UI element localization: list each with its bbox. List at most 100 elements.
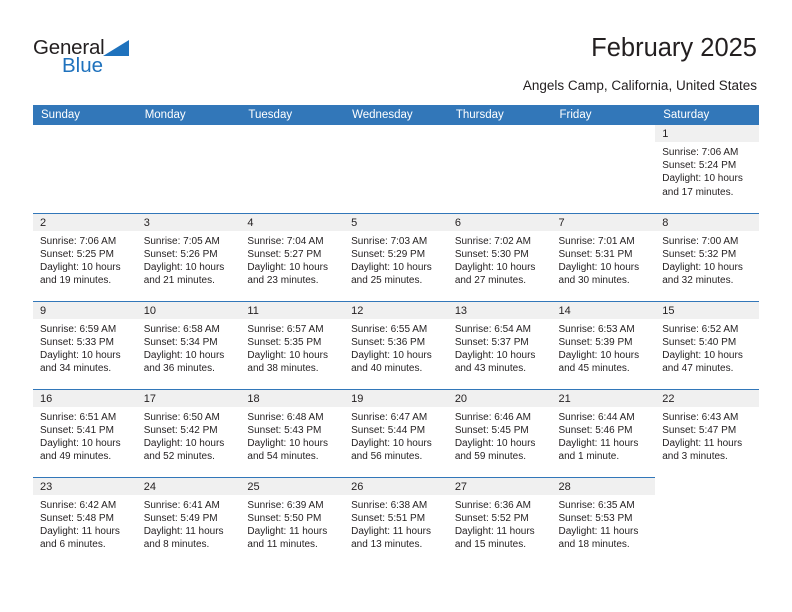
daylight-text: Daylight: 11 hours and 6 minutes. [40,525,120,551]
sunrise-text: Sunrise: 6:58 AM [143,323,220,335]
day-details: Sunrise: 6:36 AM Sunset: 5:52 PM Daylight:… [448,495,552,552]
day-details: Sunrise: 6:52 AM Sunset: 5:40 PM Daylight:… [655,319,759,376]
weekday-header-thursday: Thursday [447,105,552,125]
weekday-header-saturday: Saturday [655,105,759,125]
sunset-text: Sunset: 5:35 PM [247,336,322,348]
day-details: Sunrise: 6:59 AM Sunset: 5:33 PM Daylight:… [33,319,137,376]
daylight-text: Daylight: 11 hours and 13 minutes. [351,525,431,551]
day-number: 20 [447,389,552,407]
day-details: Sunrise: 6:42 AM Sunset: 5:48 PM Daylight:… [33,495,137,552]
calendar-week-row: 2 Sunrise: 7:06 AM Sunset: 5:25 PM Daylight… [33,212,759,301]
calendar-day-cell: 26 Sunrise: 6:38 AM Sunset: 5:51 PM Dayligh… [344,476,448,565]
daylight-text: Daylight: 10 hours and 52 minutes. [143,437,225,463]
calendar-day-cell: 21 Sunrise: 6:44 AM Sunset: 5:46 PM Dayligh… [551,388,656,477]
day-number: 25 [240,477,345,495]
daylight-text: Daylight: 10 hours and 23 minutes. [247,261,329,287]
weekday-header-sunday: Sunday [33,105,137,125]
sunrise-text: Sunrise: 6:43 AM [662,411,739,423]
sunset-text: Sunset: 5:51 PM [351,512,426,524]
sunrise-text: Sunrise: 6:59 AM [40,323,117,335]
calendar-day-cell: 11 Sunrise: 6:57 AM Sunset: 5:35 PM Dayligh… [240,300,345,389]
day-number: 19 [344,389,448,407]
calendar-cell-empty [551,125,656,213]
sunrise-text: Sunrise: 6:36 AM [454,499,531,511]
sunset-text: Sunset: 5:29 PM [351,248,426,260]
weekday-header-monday: Monday [136,105,241,125]
day-number: 10 [136,301,241,319]
daylight-text: Daylight: 10 hours and 32 minutes. [662,261,743,287]
sunset-text: Sunset: 5:32 PM [662,248,737,260]
general-blue-logo: General Blue [33,37,163,82]
calendar-day-cell: 1 Sunrise: 7:06 AM Sunset: 5:24 PM Daylight… [655,125,759,213]
calendar-day-cell: 13 Sunrise: 6:54 AM Sunset: 5:37 PM Dayligh… [447,300,552,389]
calendar-day-cell: 28 Sunrise: 6:35 AM Sunset: 5:53 PM Dayligh… [551,476,656,565]
weekday-header-tuesday: Tuesday [240,105,345,125]
day-number: 9 [33,301,137,319]
calendar-day-cell: 24 Sunrise: 6:41 AM Sunset: 5:49 PM Dayligh… [136,476,241,565]
sunrise-text: Sunrise: 7:06 AM [40,235,117,247]
day-details: Sunrise: 6:43 AM Sunset: 5:47 PM Daylight:… [655,407,759,464]
day-number: 16 [33,389,137,407]
sunset-text: Sunset: 5:31 PM [558,248,633,260]
sunset-text: Sunset: 5:25 PM [40,248,114,260]
daylight-text: Daylight: 10 hours and 25 minutes. [351,261,432,287]
day-details: Sunrise: 6:35 AM Sunset: 5:53 PM Daylight:… [552,495,656,552]
page-header: General Blue February 2025 Angels Camp, … [0,0,792,104]
daylight-text: Daylight: 10 hours and 36 minutes. [143,349,225,375]
day-number: 12 [344,301,448,319]
day-number: 5 [344,213,448,231]
sunrise-text: Sunrise: 6:42 AM [40,499,117,511]
daylight-text: Daylight: 10 hours and 27 minutes. [454,261,536,287]
calendar-week-row: 1 Sunrise: 7:06 AM Sunset: 5:24 PM Daylight… [33,125,759,213]
sunset-text: Sunset: 5:33 PM [40,336,114,348]
page-title: February 2025 [591,34,757,62]
sunrise-text: Sunrise: 6:52 AM [662,323,739,335]
day-number: 2 [33,213,137,231]
daylight-text: Daylight: 10 hours and 45 minutes. [558,349,640,375]
calendar-cell-empty [344,125,448,213]
day-number: 26 [344,477,448,495]
calendar-week-row: 23 Sunrise: 6:42 AM Sunset: 5:48 PM Dayligh… [33,476,759,565]
day-details: Sunrise: 6:39 AM Sunset: 5:50 PM Daylight:… [240,495,344,552]
sunrise-text: Sunrise: 6:44 AM [558,411,635,423]
day-details: Sunrise: 7:04 AM Sunset: 5:27 PM Daylight:… [240,231,344,288]
day-number: 7 [551,213,656,231]
sunrise-text: Sunrise: 6:48 AM [247,411,324,423]
day-details: Sunrise: 6:51 AM Sunset: 5:41 PM Daylight:… [33,407,137,464]
day-number: 17 [136,389,241,407]
calendar-day-cell: 25 Sunrise: 6:39 AM Sunset: 5:50 PM Dayligh… [240,476,345,565]
calendar-day-cell: 17 Sunrise: 6:50 AM Sunset: 5:42 PM Dayligh… [136,388,241,477]
calendar-day-cell: 4 Sunrise: 7:04 AM Sunset: 5:27 PM Daylight… [240,212,345,301]
location-subtitle: Angels Camp, California, United States [522,78,757,93]
calendar-day-cell: 15 Sunrise: 6:52 AM Sunset: 5:40 PM Dayligh… [655,300,759,389]
day-number: 15 [655,301,759,319]
day-details: Sunrise: 6:58 AM Sunset: 5:34 PM Daylight:… [137,319,241,376]
sunrise-text: Sunrise: 6:53 AM [558,323,635,335]
calendar-week-row: 9 Sunrise: 6:59 AM Sunset: 5:33 PM Daylight… [33,300,759,389]
calendar-grid: Sunday Monday Tuesday Wednesday Thursday… [33,105,759,565]
sunrise-text: Sunrise: 7:02 AM [454,235,531,247]
sunset-text: Sunset: 5:52 PM [454,512,529,524]
calendar-page: General Blue February 2025 Angels Camp, … [0,0,792,612]
sunset-text: Sunset: 5:36 PM [351,336,426,348]
calendar-day-cell: 3 Sunrise: 7:05 AM Sunset: 5:26 PM Daylight… [136,212,241,301]
sunset-text: Sunset: 5:45 PM [454,424,529,436]
daylight-text: Daylight: 10 hours and 59 minutes. [454,437,536,463]
sunrise-text: Sunrise: 6:39 AM [247,499,324,511]
sunrise-text: Sunrise: 6:47 AM [351,411,428,423]
sunset-text: Sunset: 5:49 PM [143,512,218,524]
day-details: Sunrise: 7:01 AM Sunset: 5:31 PM Daylight:… [552,231,656,288]
day-number: 11 [240,301,345,319]
sunset-text: Sunset: 5:26 PM [143,248,218,260]
sunrise-text: Sunrise: 7:00 AM [662,235,739,247]
calendar-day-cell: 7 Sunrise: 7:01 AM Sunset: 5:31 PM Daylight… [551,212,656,301]
logo-text-blue: Blue [62,54,104,77]
calendar-day-cell: 5 Sunrise: 7:03 AM Sunset: 5:29 PM Daylight… [344,212,448,301]
day-details: Sunrise: 6:47 AM Sunset: 5:44 PM Daylight:… [344,407,448,464]
day-number: 6 [447,213,552,231]
day-details: Sunrise: 6:48 AM Sunset: 5:43 PM Daylight:… [240,407,344,464]
day-number: 3 [136,213,241,231]
day-details: Sunrise: 7:03 AM Sunset: 5:29 PM Daylight:… [344,231,448,288]
calendar-day-cell: 12 Sunrise: 6:55 AM Sunset: 5:36 PM Dayligh… [344,300,448,389]
calendar-day-cell: 19 Sunrise: 6:47 AM Sunset: 5:44 PM Dayligh… [344,388,448,477]
